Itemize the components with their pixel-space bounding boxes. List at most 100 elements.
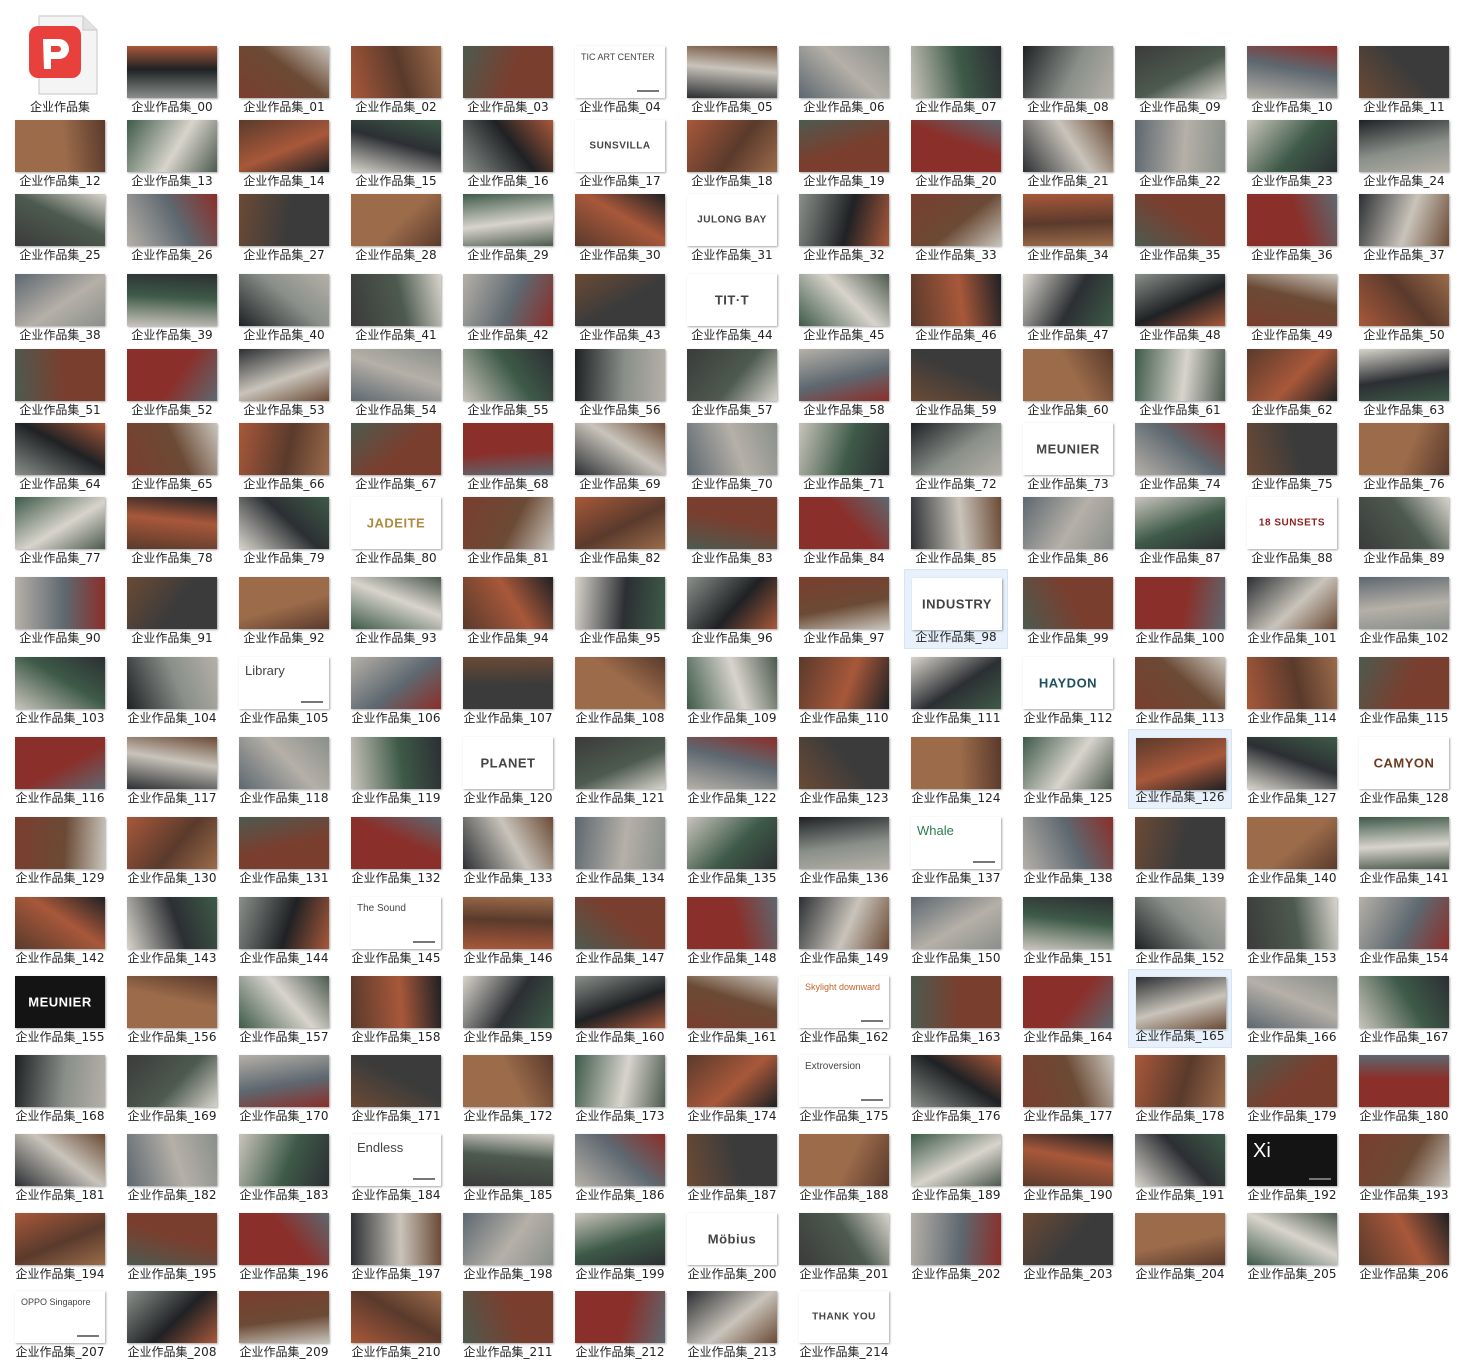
file-item[interactable]: 企业作品集_140 bbox=[1240, 809, 1344, 889]
file-item[interactable]: 企业作品集_213 bbox=[680, 1285, 784, 1363]
file-item[interactable]: 企业作品集_139 bbox=[1128, 809, 1232, 889]
file-item[interactable]: 企业作品集_27 bbox=[232, 192, 336, 266]
file-item[interactable]: 企业作品集_03 bbox=[456, 4, 560, 118]
file-item[interactable]: 企业作品集_171 bbox=[344, 1048, 448, 1127]
file-item[interactable]: 企业作品集_91 bbox=[120, 569, 224, 649]
file-item[interactable]: 企业作品集_158 bbox=[344, 969, 448, 1048]
file-item[interactable]: 企业作品集_196 bbox=[232, 1206, 336, 1285]
file-item[interactable]: 企业作品集_83 bbox=[680, 495, 784, 569]
file-item[interactable]: 企业作品集_138 bbox=[1016, 809, 1120, 889]
file-item[interactable]: 企业作品集_136 bbox=[792, 809, 896, 889]
file-item[interactable]: 企业作品集_101 bbox=[1240, 569, 1344, 649]
file-item[interactable]: 企业作品集_186 bbox=[568, 1127, 672, 1206]
file-item[interactable]: 企业作品集_108 bbox=[568, 649, 672, 729]
file-item[interactable]: 企业作品集_179 bbox=[1240, 1048, 1344, 1127]
file-item[interactable]: 企业作品集_89 bbox=[1352, 495, 1456, 569]
file-item[interactable]: 企业作品集_93 bbox=[344, 569, 448, 649]
file-item[interactable]: 企业作品集_79 bbox=[232, 495, 336, 569]
file-item[interactable]: 企业作品集_148 bbox=[680, 889, 784, 969]
file-item[interactable]: 企业作品集_188 bbox=[792, 1127, 896, 1206]
file-item[interactable]: 企业作品集_187 bbox=[680, 1127, 784, 1206]
file-item[interactable]: 企业作品集_170 bbox=[232, 1048, 336, 1127]
file-item[interactable]: 企业作品集_113 bbox=[1128, 649, 1232, 729]
file-item[interactable]: 企业作品集_161 bbox=[680, 969, 784, 1048]
file-item[interactable]: 企业作品集_62 bbox=[1240, 346, 1344, 421]
file-item[interactable]: 企业作品集_13 bbox=[120, 118, 224, 192]
file-item[interactable]: 企业作品集_39 bbox=[120, 266, 224, 346]
file-item[interactable]: Endless 企业作品集_184 bbox=[344, 1127, 448, 1206]
file-item[interactable]: 企业作品集_193 bbox=[1352, 1127, 1456, 1206]
file-item[interactable]: 企业作品集_142 bbox=[8, 889, 112, 969]
file-item[interactable]: PLANET 企业作品集_120 bbox=[456, 729, 560, 809]
file-item[interactable]: 企业作品集_205 bbox=[1240, 1206, 1344, 1285]
file-item[interactable]: 企业作品集_119 bbox=[344, 729, 448, 809]
file-item[interactable]: 企业作品集_153 bbox=[1240, 889, 1344, 969]
file-item[interactable]: 企业作品集_178 bbox=[1128, 1048, 1232, 1127]
file-item[interactable]: 企业作品集_149 bbox=[792, 889, 896, 969]
file-item[interactable]: 企业作品集_08 bbox=[1016, 4, 1120, 118]
file-item[interactable]: 企业作品集_146 bbox=[456, 889, 560, 969]
file-item[interactable]: 企业作品集_61 bbox=[1128, 346, 1232, 421]
file-item[interactable]: 企业作品集_174 bbox=[680, 1048, 784, 1127]
file-item[interactable]: JULONG BAY 企业作品集_31 bbox=[680, 192, 784, 266]
file-item[interactable]: 企业作品集_125 bbox=[1016, 729, 1120, 809]
file-item[interactable]: 企业作品集_48 bbox=[1128, 266, 1232, 346]
file-item[interactable]: OPPO Singapore 企业作品集_207 bbox=[8, 1285, 112, 1363]
file-item[interactable]: INDUSTRY 企业作品集_98 bbox=[904, 569, 1008, 649]
file-item[interactable]: 企业作品集_51 bbox=[8, 346, 112, 421]
file-item[interactable]: 企业作品集_130 bbox=[120, 809, 224, 889]
file-item[interactable]: 企业作品集_69 bbox=[568, 421, 672, 495]
file-item[interactable]: 企业作品集_117 bbox=[120, 729, 224, 809]
file-item[interactable]: 企业作品集_167 bbox=[1352, 969, 1456, 1048]
file-item[interactable]: 企业作品集_66 bbox=[232, 421, 336, 495]
file-item[interactable]: SUNSVILLA 企业作品集_17 bbox=[568, 118, 672, 192]
file-item[interactable]: 企业作品集_02 bbox=[344, 4, 448, 118]
file-item[interactable]: 企业作品集_115 bbox=[1352, 649, 1456, 729]
file-item[interactable]: 企业作品集_37 bbox=[1352, 192, 1456, 266]
file-item[interactable]: 企业作品集_206 bbox=[1352, 1206, 1456, 1285]
file-item[interactable]: 企业作品集_38 bbox=[8, 266, 112, 346]
file-item[interactable]: 企业作品集_58 bbox=[792, 346, 896, 421]
file-item[interactable]: 企业作品集_123 bbox=[792, 729, 896, 809]
file-item[interactable]: 企业作品集_189 bbox=[904, 1127, 1008, 1206]
file-item[interactable]: 企业作品集_163 bbox=[904, 969, 1008, 1048]
file-item[interactable]: 企业作品集_197 bbox=[344, 1206, 448, 1285]
file-item[interactable]: 企业作品集_204 bbox=[1128, 1206, 1232, 1285]
file-item[interactable]: 企业作品集_185 bbox=[456, 1127, 560, 1206]
file-item[interactable]: 企业作品集_35 bbox=[1128, 192, 1232, 266]
file-item[interactable]: 企业作品集_25 bbox=[8, 192, 112, 266]
file-item[interactable]: 企业作品集_106 bbox=[344, 649, 448, 729]
file-item[interactable]: 企业作品集_96 bbox=[680, 569, 784, 649]
file-item[interactable]: 企业作品集_143 bbox=[120, 889, 224, 969]
file-item[interactable]: 企业作品集_42 bbox=[456, 266, 560, 346]
file-item[interactable]: 企业作品集_199 bbox=[568, 1206, 672, 1285]
file-item[interactable]: 企业作品集_77 bbox=[8, 495, 112, 569]
file-item[interactable]: 企业作品集_124 bbox=[904, 729, 1008, 809]
file-item[interactable]: 企业作品集_43 bbox=[568, 266, 672, 346]
file-item[interactable]: 企业作品集_84 bbox=[792, 495, 896, 569]
file-item[interactable]: Whale 企业作品集_137 bbox=[904, 809, 1008, 889]
file-item[interactable]: 企业作品集_16 bbox=[456, 118, 560, 192]
file-item[interactable]: 企业作品集_94 bbox=[456, 569, 560, 649]
file-item[interactable]: 企业作品集_18 bbox=[680, 118, 784, 192]
file-item[interactable]: HAYDON 企业作品集_112 bbox=[1016, 649, 1120, 729]
file-item[interactable]: 企业作品集_01 bbox=[232, 4, 336, 118]
file-item[interactable]: MEUNIER 企业作品集_155 bbox=[8, 969, 112, 1048]
file-item[interactable]: 企业作品集_75 bbox=[1240, 421, 1344, 495]
file-item[interactable]: CAMYON 企业作品集_128 bbox=[1352, 729, 1456, 809]
file-item[interactable]: 企业作品集_10 bbox=[1240, 4, 1344, 118]
file-item[interactable]: 企业作品集_144 bbox=[232, 889, 336, 969]
file-item[interactable]: 企业作品集_49 bbox=[1240, 266, 1344, 346]
file-item[interactable]: 企业作品集_202 bbox=[904, 1206, 1008, 1285]
file-item[interactable]: 企业作品集_182 bbox=[120, 1127, 224, 1206]
file-item[interactable]: 企业作品集_133 bbox=[456, 809, 560, 889]
file-item[interactable]: 企业作品集_191 bbox=[1128, 1127, 1232, 1206]
file-item[interactable]: 企业作品集_147 bbox=[568, 889, 672, 969]
file-item[interactable]: 企业作品集_20 bbox=[904, 118, 1008, 192]
file-item[interactable]: 企业作品集_208 bbox=[120, 1285, 224, 1363]
file-item[interactable]: 企业作品集_122 bbox=[680, 729, 784, 809]
file-item[interactable]: Skylight downward 企业作品集_162 bbox=[792, 969, 896, 1048]
file-item[interactable]: 企业作品集_198 bbox=[456, 1206, 560, 1285]
file-item[interactable]: 企业作品集_05 bbox=[680, 4, 784, 118]
file-item[interactable]: 企业作品集_150 bbox=[904, 889, 1008, 969]
